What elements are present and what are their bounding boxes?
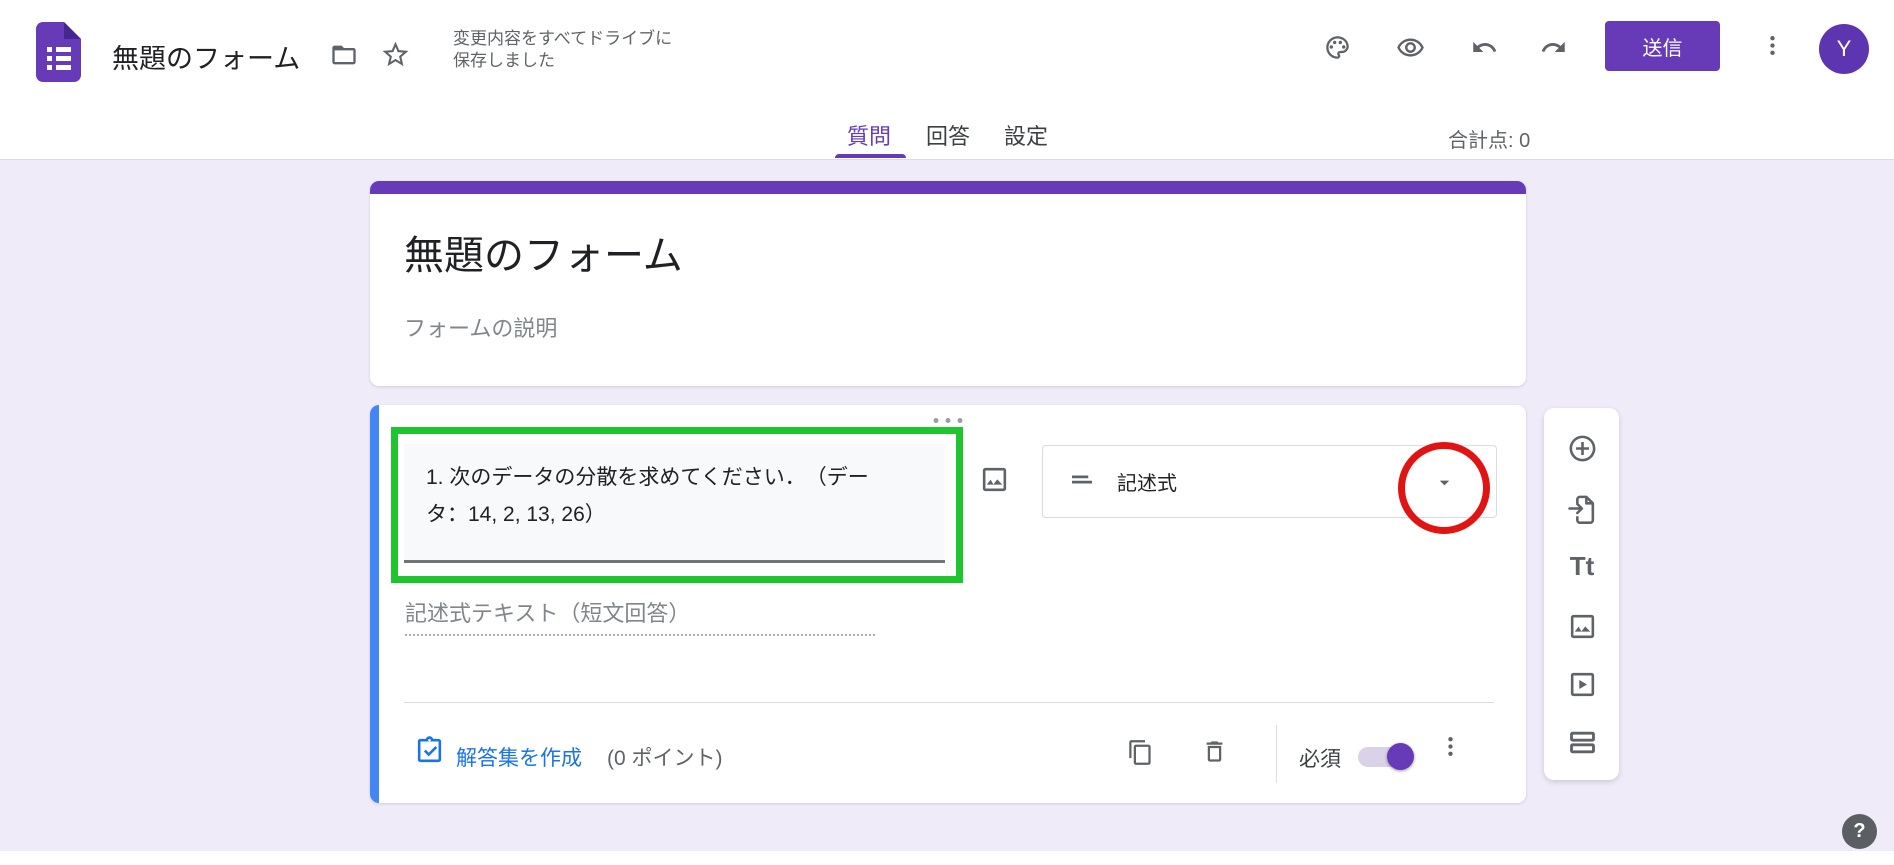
question-type-dropdown[interactable]: 記述式 bbox=[1042, 445, 1497, 518]
theme-palette-icon[interactable] bbox=[1324, 34, 1351, 61]
bottom-strip bbox=[0, 851, 1894, 865]
short-answer-icon bbox=[1067, 464, 1097, 499]
google-forms-editor: 無題のフォーム 変更内容をすべてドライブに保存しました 送信 Y 質問 回答 設… bbox=[0, 0, 1894, 865]
undo-icon[interactable] bbox=[1471, 34, 1498, 61]
create-answer-key-link[interactable]: 解答集を作成 bbox=[456, 742, 582, 772]
question-card: 1. 次のデータの分散を求めてください． （データ：14, 2, 13, 26）… bbox=[370, 405, 1526, 803]
add-image-icon[interactable] bbox=[1566, 610, 1598, 642]
tab-settings[interactable]: 設定 bbox=[1004, 119, 1048, 151]
required-label: 必須 bbox=[1299, 743, 1341, 773]
preview-eye-icon[interactable] bbox=[1396, 33, 1425, 62]
forms-logo-icon[interactable] bbox=[36, 22, 81, 82]
question-accent-bar bbox=[370, 405, 379, 803]
help-button[interactable]: ? bbox=[1842, 814, 1877, 849]
add-title-icon[interactable]: Tt bbox=[1566, 550, 1598, 582]
points-label: (0 ポイント) bbox=[607, 742, 723, 772]
save-status[interactable]: 変更内容をすべてドライブに保存しました bbox=[453, 28, 685, 72]
footer-divider bbox=[1276, 725, 1277, 783]
form-title-card: 無題のフォーム フォームの説明 bbox=[370, 181, 1526, 386]
question-toolbar: Tt bbox=[1544, 408, 1619, 780]
dropdown-arrow-icon[interactable] bbox=[1433, 471, 1456, 494]
drag-handle-icon[interactable] bbox=[934, 418, 963, 423]
form-title-input[interactable]: 無題のフォーム bbox=[404, 223, 683, 281]
star-icon[interactable] bbox=[380, 39, 411, 70]
question-footer-divider bbox=[404, 702, 1494, 703]
document-title-input[interactable]: 無題のフォーム bbox=[112, 37, 300, 76]
answer-underline bbox=[405, 609, 875, 636]
top-header: 無題のフォーム 変更内容をすべてドライブに保存しました 送信 Y 質問 回答 設… bbox=[0, 0, 1894, 160]
tab-questions[interactable]: 質問 bbox=[847, 119, 891, 151]
tab-responses[interactable]: 回答 bbox=[926, 119, 970, 151]
import-questions-icon[interactable] bbox=[1566, 492, 1598, 524]
send-button[interactable]: 送信 bbox=[1605, 21, 1720, 71]
answer-key-icon[interactable] bbox=[414, 735, 445, 766]
add-video-icon[interactable] bbox=[1566, 668, 1598, 700]
title-card-accent-bar bbox=[370, 181, 1526, 194]
duplicate-question-icon[interactable] bbox=[1127, 739, 1154, 766]
add-section-icon[interactable] bbox=[1566, 726, 1598, 758]
question-text-input[interactable]: 1. 次のデータの分散を求めてください． （データ：14, 2, 13, 26） bbox=[404, 444, 945, 563]
active-tab-indicator bbox=[835, 154, 906, 158]
question-more-options-icon[interactable] bbox=[1438, 734, 1463, 759]
account-avatar[interactable]: Y bbox=[1819, 24, 1869, 74]
delete-question-icon[interactable] bbox=[1201, 738, 1228, 765]
help-glyph: ? bbox=[1853, 820, 1865, 843]
form-description-input[interactable]: フォームの説明 bbox=[404, 311, 557, 343]
add-question-image-icon[interactable] bbox=[979, 464, 1010, 495]
more-options-icon[interactable] bbox=[1760, 33, 1785, 58]
required-toggle[interactable] bbox=[1358, 747, 1413, 767]
toggle-thumb bbox=[1387, 743, 1414, 770]
move-to-folder-icon[interactable] bbox=[330, 41, 358, 69]
total-points-label: 合計点: 0 bbox=[1448, 124, 1530, 153]
add-question-icon[interactable] bbox=[1566, 432, 1598, 464]
redo-icon[interactable] bbox=[1540, 34, 1567, 61]
question-text: 1. 次のデータの分散を求めてください． （データ：14, 2, 13, 26） bbox=[426, 466, 869, 526]
question-type-label: 記述式 bbox=[1117, 467, 1177, 496]
